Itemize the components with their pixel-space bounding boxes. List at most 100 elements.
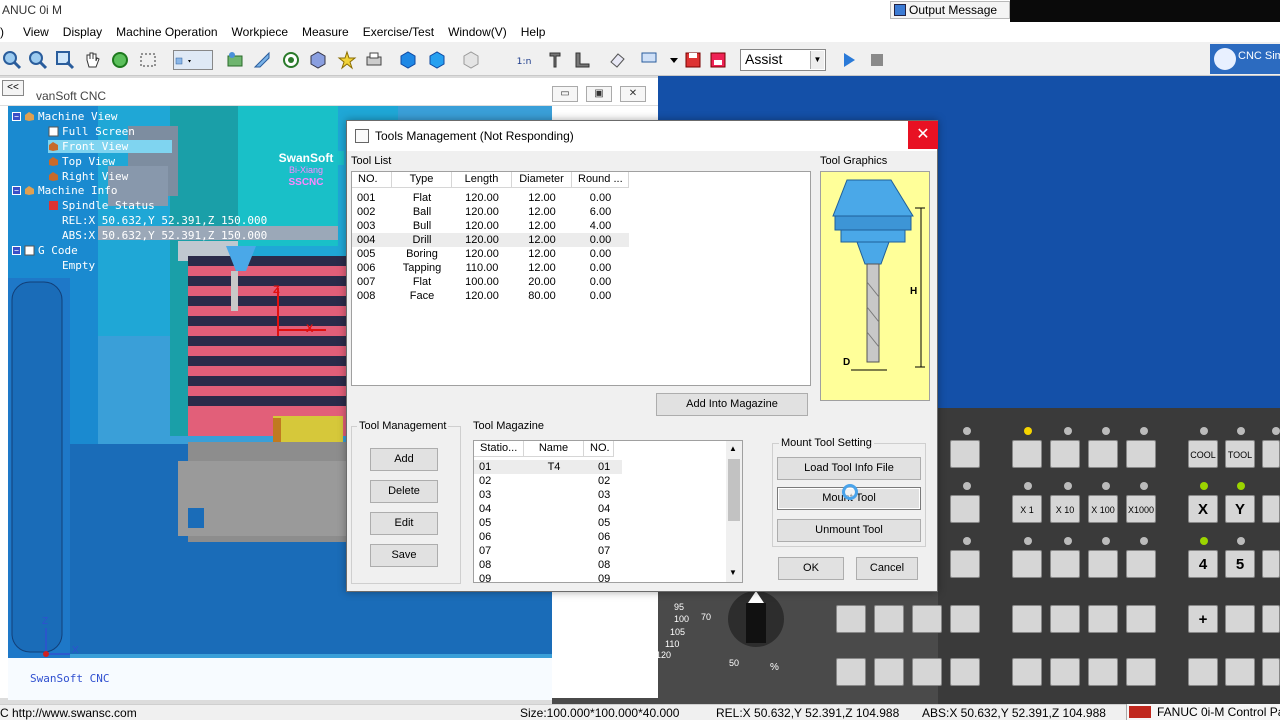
restore-button[interactable]: ▣ bbox=[586, 86, 612, 102]
cube-view-icon[interactable] bbox=[308, 50, 328, 70]
tree-node-g-code[interactable]: − G Code bbox=[12, 244, 78, 257]
blue-cube-icon[interactable] bbox=[398, 50, 418, 70]
panel-key-blank[interactable] bbox=[836, 605, 866, 633]
save-button[interactable]: Save bbox=[370, 544, 438, 567]
tree-node-machine-info[interactable]: − Machine Info bbox=[12, 184, 117, 197]
tool-magazine-list[interactable]: Statio... Name NO. 01 T4 01 02 02 03 03 … bbox=[473, 440, 743, 583]
magazine-row[interactable]: 03 03 bbox=[474, 488, 622, 502]
panel-key-cool[interactable]: COOL bbox=[1188, 440, 1218, 468]
table-row[interactable]: 008 Face 120.00 80.00 0.00 bbox=[352, 289, 629, 303]
panel-key-axis-x[interactable]: X bbox=[1188, 495, 1218, 523]
panel-key-plus[interactable]: + bbox=[1188, 605, 1218, 633]
magazine-row[interactable]: 07 07 bbox=[474, 544, 622, 558]
table-row[interactable]: 006 Tapping 110.00 12.00 0.00 bbox=[352, 261, 629, 275]
panel-key-x1000[interactable]: X1000 bbox=[1126, 495, 1156, 523]
magazine-row[interactable]: 05 05 bbox=[474, 516, 622, 530]
panel-key-minus[interactable] bbox=[1262, 605, 1280, 633]
panel-key-blank[interactable] bbox=[1088, 605, 1118, 633]
save-icon[interactable] bbox=[683, 50, 703, 70]
panel-key-spindle-stop[interactable] bbox=[1225, 658, 1255, 686]
magazine-scrollbar[interactable]: ▲ ▼ bbox=[726, 441, 742, 582]
col-no[interactable]: NO. bbox=[352, 172, 392, 187]
unmount-tool-button[interactable]: Unmount Tool bbox=[777, 519, 921, 542]
coolant-icon[interactable] bbox=[281, 50, 301, 70]
tree-node-front-view[interactable]: Front View bbox=[48, 140, 172, 153]
dialog-close-button[interactable]: ✕ bbox=[908, 121, 938, 149]
scroll-up-icon[interactable]: ▲ bbox=[729, 444, 737, 453]
view-mode-dropdown[interactable] bbox=[173, 50, 213, 70]
panel-key-blank[interactable] bbox=[950, 605, 980, 633]
menu-item-view[interactable]: View bbox=[11, 25, 56, 39]
rotate-icon[interactable] bbox=[110, 50, 130, 70]
panel-key-blank[interactable] bbox=[1050, 658, 1080, 686]
col-station[interactable]: Statio... bbox=[474, 441, 524, 456]
menu-item-file[interactable]: ) bbox=[0, 25, 11, 39]
pan-hand-icon[interactable] bbox=[82, 50, 102, 70]
print-icon[interactable] bbox=[364, 50, 384, 70]
collapse-button[interactable]: << bbox=[2, 80, 24, 96]
cancel-button[interactable]: Cancel bbox=[856, 557, 918, 580]
edit-button[interactable]: Edit bbox=[370, 512, 438, 535]
panel-key-extra[interactable] bbox=[1262, 440, 1280, 468]
magazine-row[interactable]: 06 06 bbox=[474, 530, 622, 544]
tree-node-empty[interactable]: Empty bbox=[62, 259, 95, 272]
tree-node-full-screen[interactable]: Full Screen bbox=[48, 125, 135, 138]
delete-button[interactable]: Delete bbox=[370, 480, 438, 503]
panel-key-handwheel[interactable] bbox=[950, 495, 980, 523]
panel-key-x100[interactable]: X 100 bbox=[1088, 495, 1118, 523]
panel-key-cycle-start[interactable] bbox=[836, 658, 866, 686]
panel-key-blank[interactable] bbox=[1088, 550, 1118, 578]
menu-item-workpiece[interactable]: Workpiece bbox=[225, 25, 295, 39]
play-icon[interactable] bbox=[839, 50, 859, 70]
panel-key-m01[interactable] bbox=[912, 658, 942, 686]
ok-button[interactable]: OK bbox=[778, 557, 844, 580]
tree-node-right-view[interactable]: Right View bbox=[48, 170, 128, 183]
workpiece-icon[interactable] bbox=[225, 50, 245, 70]
add-button[interactable]: Add bbox=[370, 448, 438, 471]
panel-key-x10[interactable]: X 10 bbox=[1050, 495, 1080, 523]
menu-item-exercise-test[interactable]: Exercise/Test bbox=[356, 25, 441, 39]
comment-dropdown-icon[interactable] bbox=[664, 50, 678, 70]
table-row[interactable]: 002 Ball 120.00 12.00 6.00 bbox=[352, 205, 629, 219]
measure-icon[interactable] bbox=[252, 50, 272, 70]
zoom-window-icon[interactable] bbox=[55, 50, 75, 70]
eraser-icon[interactable] bbox=[607, 50, 627, 70]
table-row[interactable]: 001 Flat 120.00 12.00 0.00 bbox=[352, 191, 629, 205]
tool-list[interactable]: NO. Type Length Diameter Round ... 001 F… bbox=[351, 171, 811, 386]
close-button[interactable]: ✕ bbox=[620, 86, 646, 102]
panel-key-wave[interactable] bbox=[1050, 440, 1080, 468]
panel-key-6[interactable] bbox=[1262, 550, 1280, 578]
output-message-button[interactable]: Output Message bbox=[890, 1, 1010, 19]
menu-item-measure[interactable]: Measure bbox=[295, 25, 356, 39]
single-step-icon[interactable]: 1:n bbox=[515, 50, 539, 70]
menu-item-display[interactable]: Display bbox=[56, 25, 109, 39]
col-round[interactable]: Round ... bbox=[572, 172, 629, 187]
menu-item-help[interactable]: Help bbox=[514, 25, 553, 39]
minimize-button[interactable]: ▭ bbox=[552, 86, 578, 102]
table-row[interactable]: 005 Boring 120.00 12.00 0.00 bbox=[352, 247, 629, 261]
panel-key-blank[interactable] bbox=[1050, 550, 1080, 578]
menu-item-window[interactable]: Window(V) bbox=[441, 25, 514, 39]
menu-item-machine-operation[interactable]: Machine Operation bbox=[109, 25, 224, 39]
magazine-row-selected[interactable]: 01 T4 01 bbox=[474, 460, 622, 474]
panel-key-option[interactable] bbox=[1126, 440, 1156, 468]
table-row-selected[interactable]: 004 Drill 120.00 12.00 0.00 bbox=[352, 233, 629, 247]
star-icon[interactable] bbox=[337, 50, 357, 70]
panel-key-blank[interactable] bbox=[1126, 550, 1156, 578]
save-as-icon[interactable] bbox=[708, 50, 728, 70]
zoom-out-icon[interactable] bbox=[28, 50, 48, 70]
comment-icon[interactable] bbox=[640, 50, 660, 70]
solid-cube-icon[interactable] bbox=[427, 50, 447, 70]
panel-key-4[interactable]: 4 bbox=[1188, 550, 1218, 578]
panel-key-rapid[interactable] bbox=[1225, 605, 1255, 633]
panel-key-spindle-ccw[interactable] bbox=[1188, 658, 1218, 686]
load-tool-info-button[interactable]: Load Tool Info File bbox=[777, 457, 921, 480]
transparent-icon[interactable] bbox=[461, 50, 481, 70]
panel-key-spindle-cw[interactable] bbox=[1262, 658, 1280, 686]
mode-select[interactable]: Assist ▼ bbox=[740, 49, 826, 71]
magazine-row[interactable]: 08 08 bbox=[474, 558, 622, 572]
panel-key-blank[interactable] bbox=[1012, 658, 1042, 686]
col-diameter[interactable]: Diameter bbox=[512, 172, 572, 187]
panel-key-blank[interactable] bbox=[1012, 605, 1042, 633]
col-length[interactable]: Length bbox=[452, 172, 512, 187]
